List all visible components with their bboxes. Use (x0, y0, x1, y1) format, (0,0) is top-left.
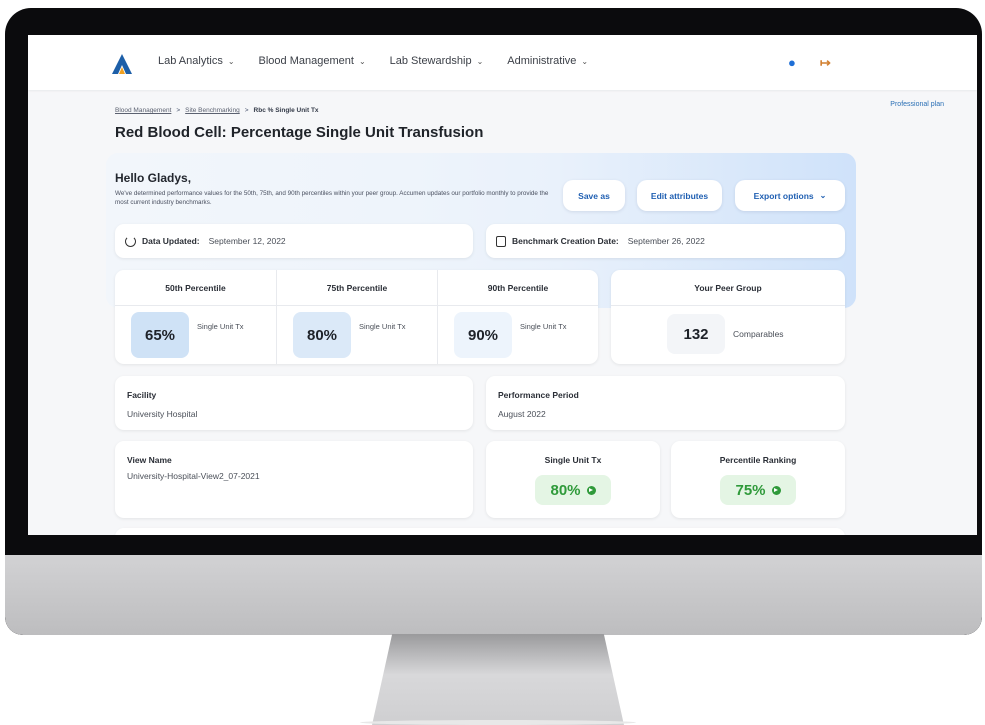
nav-label: Blood Management (258, 55, 354, 67)
trend-arrow-icon (586, 485, 596, 495)
chevron-down-icon: ⌄ (581, 56, 589, 66)
percentile-unit: Single Unit Tx (520, 322, 567, 331)
export-options-button[interactable]: Export options ⌄ (735, 180, 845, 211)
monitor-stand (372, 634, 624, 725)
greeting: Hello Gladys, (115, 171, 192, 185)
logout-icon[interactable]: ↦ (820, 55, 831, 71)
percentile-ranking-badge: 75% (720, 475, 796, 505)
percentile-90: 90th Percentile 90% Single Unit Tx (437, 270, 598, 364)
plan-label[interactable]: Professional plan (890, 101, 944, 108)
trend-arrow-icon (771, 485, 781, 495)
top-navigation: Lab Analytics ⌄ Blood Management ⌄ Lab S… (28, 35, 977, 90)
facility-card: Facility University Hospital (115, 376, 473, 430)
monitor-frame: Lab Analytics ⌄ Blood Management ⌄ Lab S… (5, 8, 982, 635)
nav-lab-analytics[interactable]: Lab Analytics ⌄ (158, 55, 235, 67)
next-section-card (115, 528, 845, 535)
single-unit-badge: 80% (535, 475, 611, 505)
percentile-ranking-label: Percentile Ranking (719, 455, 797, 465)
percentile-header: 75th Percentile (277, 270, 437, 306)
performance-period-value: August 2022 (498, 409, 546, 419)
percentile-unit: Single Unit Tx (197, 322, 244, 331)
benchmark-date-value: September 26, 2022 (627, 236, 705, 246)
nav-menu: Lab Analytics ⌄ Blood Management ⌄ Lab S… (158, 55, 588, 67)
stand-shadow (360, 720, 636, 725)
percentile-table: 50th Percentile 65% Single Unit Tx 75th … (115, 270, 598, 364)
breadcrumb-separator: > (244, 107, 249, 114)
single-unit-value: 80% (550, 481, 581, 499)
monitor-chin (5, 555, 982, 635)
percentile-header: 50th Percentile (115, 270, 276, 306)
chevron-down-icon: ⌄ (476, 56, 484, 66)
percentile-value: 80% (293, 312, 351, 358)
notification-bell-icon[interactable]: ● (788, 55, 796, 71)
chevron-down-icon: ⌄ (358, 56, 366, 66)
nav-administrative[interactable]: Administrative ⌄ (507, 55, 588, 67)
percentile-ranking-value: 75% (735, 481, 766, 499)
breadcrumb-site-benchmarking[interactable]: Site Benchmarking (185, 107, 240, 114)
chevron-down-icon: ⌄ (227, 56, 235, 66)
breadcrumb-blood-management[interactable]: Blood Management (115, 107, 171, 114)
single-unit-label: Single Unit Tx (544, 455, 602, 465)
edit-attributes-button[interactable]: Edit attributes (637, 180, 722, 211)
peer-group-count: 132 (667, 314, 725, 354)
save-as-label: Save as (578, 190, 610, 201)
calendar-icon (496, 235, 506, 247)
breadcrumb-current: Rbc % Single Unit Tx (253, 107, 319, 114)
performance-period-card: Performance Period August 2022 (486, 376, 845, 430)
nav-label: Administrative (507, 55, 577, 67)
percentile-ranking-card: Percentile Ranking 75% (671, 441, 845, 518)
percentile-75: 75th Percentile 80% Single Unit Tx (276, 270, 437, 364)
edit-attributes-label: Edit attributes (650, 190, 709, 201)
benchmark-date-label: Benchmark Creation Date: (512, 236, 619, 246)
nav-icons: ● ↦ (788, 55, 831, 71)
peer-group-unit: Comparables (733, 329, 784, 339)
data-updated-card: Data Updated: September 12, 2022 (115, 224, 473, 258)
breadcrumb: Blood Management > Site Benchmarking > R… (115, 107, 319, 114)
view-name-card: View Name University-Hospital-View2_07-2… (115, 441, 473, 518)
percentile-50: 50th Percentile 65% Single Unit Tx (115, 270, 276, 364)
page-title: Red Blood Cell: Percentage Single Unit T… (115, 124, 484, 141)
peer-group-header: Your Peer Group (611, 270, 845, 306)
breadcrumb-separator: > (176, 107, 181, 114)
percentile-value: 90% (454, 312, 512, 358)
accumen-logo-icon[interactable] (111, 53, 133, 75)
benchmark-date-card: Benchmark Creation Date: September 26, 2… (486, 224, 845, 258)
export-options-label: Export options (753, 190, 814, 201)
nav-lab-stewardship[interactable]: Lab Stewardship ⌄ (390, 55, 484, 67)
data-updated-label: Data Updated: (142, 236, 200, 246)
percentile-header: 90th Percentile (438, 270, 598, 306)
chevron-down-icon: ⌄ (819, 191, 827, 200)
nav-label: Lab Analytics (158, 55, 223, 67)
nav-blood-management[interactable]: Blood Management ⌄ (259, 55, 366, 67)
data-updated-value: September 12, 2022 (208, 236, 286, 246)
facility-label: Facility (127, 390, 157, 400)
percentile-value: 65% (131, 312, 189, 358)
single-unit-card: Single Unit Tx 80% (486, 441, 660, 518)
hero-description: We've determined performance values for … (115, 190, 549, 207)
facility-value: University Hospital (127, 409, 198, 419)
nav-label: Lab Stewardship (389, 55, 472, 67)
peer-group-card: Your Peer Group 132 Comparables (611, 270, 845, 364)
save-as-button[interactable]: Save as (563, 180, 625, 211)
view-name-label: View Name (127, 455, 172, 465)
percentile-unit: Single Unit Tx (359, 322, 406, 331)
view-name-value: University-Hospital-View2_07-2021 (127, 471, 260, 481)
performance-period-label: Performance Period (498, 390, 579, 400)
app-screen: Lab Analytics ⌄ Blood Management ⌄ Lab S… (28, 35, 977, 535)
refresh-icon (125, 235, 136, 247)
